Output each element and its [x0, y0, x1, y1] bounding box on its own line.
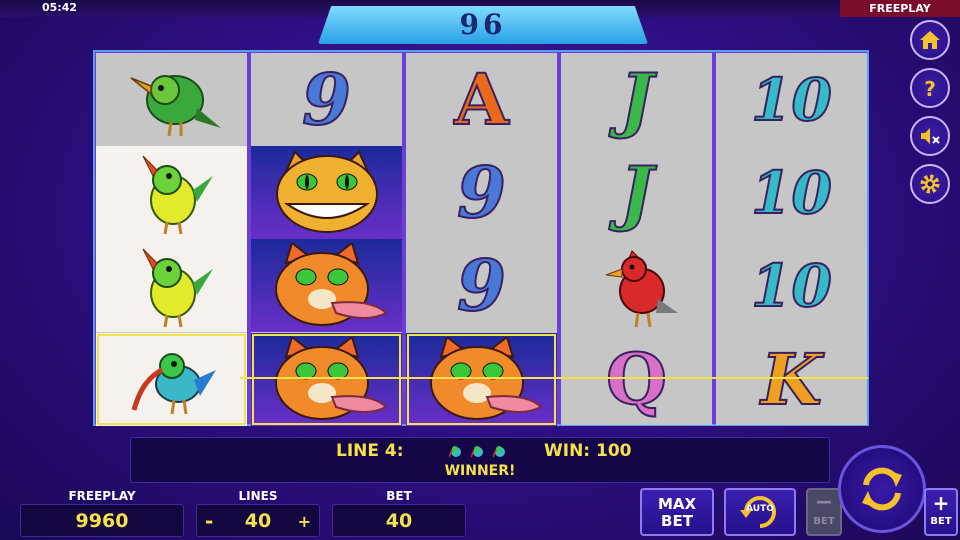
symbol-bird-yellow — [96, 239, 247, 332]
reel-3: A 9 9 — [406, 53, 557, 426]
bet-increase-button[interactable]: + BET — [924, 488, 958, 536]
sound-button[interactable] — [910, 116, 950, 156]
reel-4: J J Q — [561, 53, 712, 425]
win-amount: WIN: 100 — [544, 441, 632, 461]
symbol-J: J — [619, 150, 654, 235]
bet-decrease-label: BET — [813, 516, 835, 527]
symbol-cat-tongue — [406, 333, 557, 426]
settings-button[interactable] — [910, 164, 950, 204]
bet-value: 40 — [332, 504, 466, 537]
credit-label: FREEPLAY — [68, 489, 136, 503]
help-icon: ? — [924, 77, 936, 100]
symbol-cat-tongue — [251, 333, 402, 426]
lines-label: LINES — [238, 489, 278, 503]
mini-hummingbird-icon — [492, 444, 507, 458]
symbol-K: K — [760, 337, 823, 422]
credit-value: 9960 — [20, 504, 184, 537]
win-panel: LINE 4: WIN: 100 WINNER! — [130, 437, 830, 483]
reel-1 — [96, 53, 247, 426]
symbol-J: J — [619, 57, 654, 142]
symbol-A: A — [453, 57, 509, 142]
winner-message: WINNER! — [444, 463, 516, 479]
bet-label: BET — [386, 489, 412, 503]
top-counter: 96 — [318, 6, 648, 44]
symbol-bird-green — [96, 53, 247, 146]
help-button[interactable]: ? — [910, 68, 950, 108]
spin-button[interactable] — [838, 445, 926, 533]
reel-area: 9 A 9 9 J J Q 10 10 10 K — [93, 50, 869, 426]
lines-control: - 40 + — [196, 504, 320, 537]
auto-button[interactable]: AUTO — [724, 488, 796, 536]
svg-text:?: ? — [924, 77, 936, 100]
sound-mute-icon — [921, 128, 940, 144]
symbol-10: 10 — [750, 65, 833, 135]
symbol-9: 9 — [456, 150, 507, 235]
symbol-bird-cardinal — [561, 239, 712, 332]
mini-hummingbird-icon — [470, 444, 485, 458]
symbol-10: 10 — [750, 158, 833, 228]
symbol-9: 9 — [456, 243, 507, 328]
symbol-Q: Q — [605, 337, 668, 422]
spin-icon — [862, 467, 902, 511]
bet-increase-label: BET — [930, 516, 952, 527]
max-bet-button[interactable]: MAX BET — [640, 488, 714, 536]
lines-value: 40 — [244, 510, 272, 532]
mode-badge: FREEPLAY — [840, 0, 960, 17]
symbol-9: 9 — [301, 57, 352, 142]
mini-hummingbird-icon — [448, 444, 463, 458]
settings-icon — [920, 174, 940, 194]
auto-label: AUTO — [746, 504, 774, 514]
home-icon — [920, 31, 940, 49]
lines-minus-button[interactable]: - — [205, 505, 213, 538]
symbol-10: 10 — [750, 251, 833, 321]
reel-2: 9 — [251, 53, 402, 426]
reel-5: 10 10 10 K — [716, 53, 867, 425]
win-line-label: LINE 4: — [336, 441, 404, 461]
bet-decrease-button[interactable]: − BET — [806, 488, 842, 536]
lines-plus-button[interactable]: + — [298, 505, 311, 538]
home-button[interactable] — [910, 20, 950, 60]
symbol-cat-tongue — [251, 239, 402, 332]
symbol-bird-yellow — [96, 146, 247, 239]
symbol-bird-hummingbird — [96, 333, 247, 426]
counter-value: 96 — [459, 8, 507, 41]
clock: 05:42 — [42, 1, 78, 14]
payline-4 — [240, 377, 868, 379]
plus-icon: + — [932, 491, 950, 515]
minus-icon: − — [814, 490, 834, 515]
symbol-cat-grin — [251, 146, 402, 239]
